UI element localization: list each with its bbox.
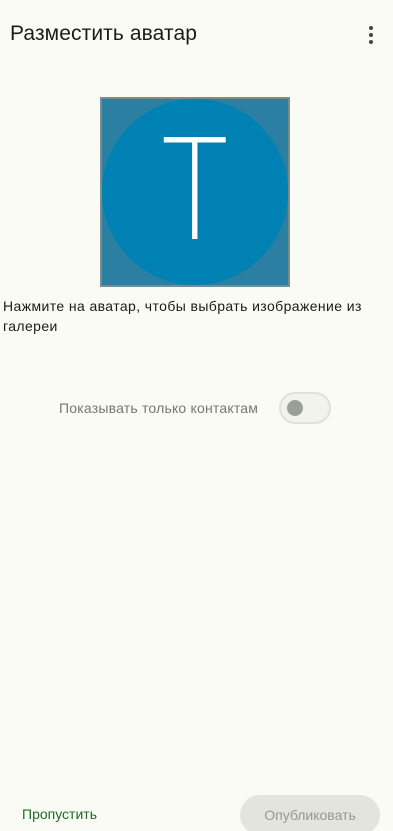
more-vert-icon[interactable] [357, 20, 385, 50]
avatar: T [102, 99, 288, 285]
contacts-only-label: Показывать только контактам [59, 400, 259, 416]
avatar-picker[interactable]: T [100, 97, 290, 287]
top-app-bar: Разместить аватар [0, 0, 393, 72]
publish-button[interactable]: Опубликовать [240, 795, 380, 831]
page-title: Разместить аватар [10, 22, 197, 45]
contacts-only-switch[interactable] [279, 392, 331, 424]
app-screen: Разместить аватар T Нажмите на аватар, ч… [0, 0, 393, 831]
avatar-hint-text: Нажмите на аватар, чтобы выбрать изображ… [3, 298, 362, 334]
avatar-letter: T [161, 110, 229, 273]
skip-button[interactable]: Пропустить [22, 806, 97, 822]
contacts-only-row: Показывать только контактам [0, 390, 393, 426]
switch-thumb [287, 400, 303, 416]
